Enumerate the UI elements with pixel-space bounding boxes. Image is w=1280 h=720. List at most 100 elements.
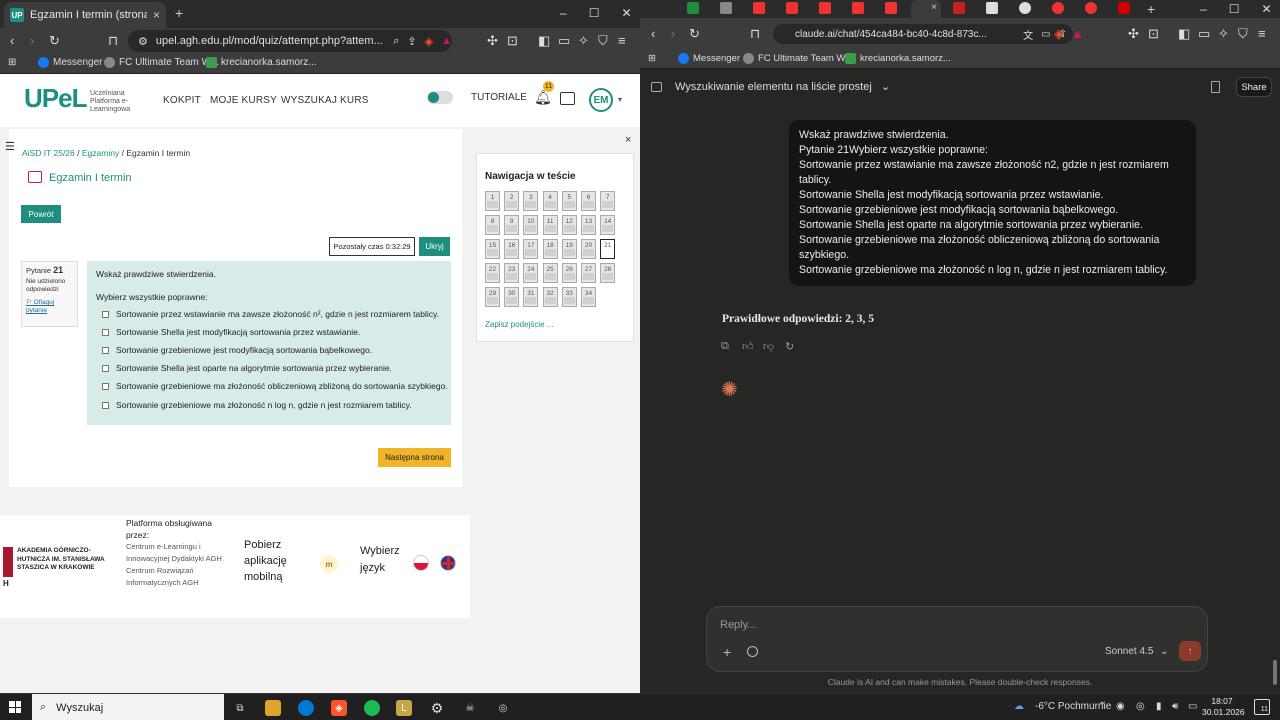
bookmark-icon[interactable]: ⊓ xyxy=(750,26,760,42)
new-tab-icon[interactable]: + xyxy=(175,5,183,21)
moodle-app-icon[interactable]: m xyxy=(320,555,338,573)
tab-search-icon[interactable]: ⊡ xyxy=(507,33,518,49)
close-drawer-icon[interactable]: × xyxy=(625,134,631,146)
close-window-icon[interactable]: ✕ xyxy=(1261,2,1271,16)
quiz-nav-item-25[interactable]: 25 xyxy=(542,263,558,283)
tab-claude[interactable]: × xyxy=(911,0,941,18)
task-view-icon[interactable]: ⧉ xyxy=(232,700,248,716)
forward-icon[interactable]: › xyxy=(671,26,675,41)
quiz-nav-item-4[interactable]: 4 xyxy=(542,191,558,211)
send-button[interactable]: ↑ xyxy=(1179,641,1201,661)
option-6[interactable]: Sortowanie grzebieniowe ma złożoność n l… xyxy=(102,400,412,410)
quiz-nav-item-23[interactable]: 23 xyxy=(504,263,520,283)
bookmark-fc-ultimate[interactable]: FC Ultimate Team W... xyxy=(104,57,219,68)
back-button[interactable]: Powrót xyxy=(21,205,61,223)
brave-shield-icon[interactable]: ◈ xyxy=(1054,26,1064,42)
checkbox[interactable] xyxy=(102,364,109,372)
nav-moje-kursy[interactable]: MOJE KURSY xyxy=(210,95,277,106)
app-icon[interactable]: ☠ xyxy=(462,700,478,716)
tab-search-icon[interactable]: ⊡ xyxy=(1148,26,1159,42)
leo-icon[interactable]: ✧ xyxy=(1218,26,1229,42)
tab-close-icon[interactable]: × xyxy=(931,2,937,13)
apps-grid-icon[interactable]: ⊞ xyxy=(648,53,656,64)
forward-icon[interactable]: › xyxy=(30,33,34,48)
thumbs-down-icon[interactable]: 👎︎ xyxy=(763,340,774,353)
flag-pl-icon[interactable] xyxy=(413,555,429,571)
back-icon[interactable]: ‹ xyxy=(651,26,655,41)
tab-icon[interactable] xyxy=(1085,2,1097,14)
quiz-nav-item-15[interactable]: 15 xyxy=(485,239,500,259)
quiz-nav-item-5[interactable]: 5 xyxy=(561,191,577,211)
address-bar[interactable]: ⚙ upel.agh.edu.pl/mod/quiz/attempt.php?a… xyxy=(128,30,452,52)
bookmark-fc-ultimate[interactable]: FC Ultimate Team W... xyxy=(743,53,853,64)
vpn-icon[interactable]: ⛉ xyxy=(598,33,608,49)
bookmark-krecianorka[interactable]: krecianorka.samorz... xyxy=(206,57,317,68)
bookmark-messenger[interactable]: Messenger xyxy=(678,53,740,64)
sidebar-icon[interactable]: ◧ xyxy=(538,33,550,49)
notification-center-icon[interactable]: 11 xyxy=(1254,699,1270,715)
reply-input[interactable]: Reply... xyxy=(720,619,756,631)
file-explorer-icon[interactable] xyxy=(265,700,281,716)
league-icon[interactable]: L xyxy=(396,700,412,716)
wallet-icon[interactable]: ▭ xyxy=(558,33,570,49)
quiz-nav-item-1[interactable]: 1 xyxy=(485,191,500,211)
quiz-nav-item-26[interactable]: 26 xyxy=(561,263,577,283)
quiz-nav-item-22[interactable]: 22 xyxy=(485,263,500,283)
leo-icon[interactable]: ✧ xyxy=(578,33,589,49)
spotify-icon[interactable] xyxy=(364,700,380,716)
breadcrumb-egzaminy[interactable]: Egzaminy xyxy=(82,148,119,158)
brave-rewards-icon[interactable]: ▲ xyxy=(441,35,452,47)
quiz-nav-item-20[interactable]: 20 xyxy=(581,239,596,259)
scrollbar[interactable] xyxy=(1273,660,1277,685)
messages-icon[interactable] xyxy=(560,92,575,105)
youtube-tab-icon[interactable] xyxy=(852,2,864,14)
usb-icon[interactable]: ▮ xyxy=(1156,701,1162,712)
option-1[interactable]: Sortowanie przez wstawianie ma zawsze zł… xyxy=(102,309,439,319)
quiz-nav-item-3[interactable]: 3 xyxy=(523,191,539,211)
quiz-nav-item-6[interactable]: 6 xyxy=(581,191,596,211)
youtube-tab-icon[interactable] xyxy=(786,2,798,14)
nav-kokpit[interactable]: KOKPIT xyxy=(163,95,201,106)
tray-app-icon[interactable]: ◉ xyxy=(1116,701,1125,712)
option-2[interactable]: Sortowanie Shella jest modyfikacją sorto… xyxy=(102,327,360,337)
zoom-icon[interactable]: ⌕ xyxy=(393,35,399,48)
checkbox[interactable] xyxy=(102,401,109,409)
maximize-icon[interactable]: ☐ xyxy=(589,6,600,20)
windows-start-icon[interactable] xyxy=(9,701,21,713)
site-settings-icon[interactable]: ⚙ xyxy=(138,35,148,48)
brave-shield-icon[interactable]: ◈ xyxy=(425,35,433,48)
tab-icon[interactable] xyxy=(720,2,732,14)
back-icon[interactable]: ‹ xyxy=(10,33,14,48)
footer-mobile-app[interactable]: Pobierz aplikację mobilną xyxy=(244,537,304,585)
footer-platform-2[interactable]: Centrum Rozwiązań Informatycznych AGH xyxy=(126,565,226,589)
quiz-nav-item-24[interactable]: 24 xyxy=(523,263,539,283)
checkbox[interactable] xyxy=(102,346,109,354)
quiz-nav-item-19[interactable]: 19 xyxy=(561,239,577,259)
clock[interactable]: 18:07 30.01.2026 xyxy=(1202,696,1245,718)
checkbox[interactable] xyxy=(102,328,109,336)
cast-icon[interactable]: ▭ xyxy=(1041,29,1050,40)
quiz-nav-item-11[interactable]: 11 xyxy=(542,215,558,235)
course-index-icon[interactable]: ☰ xyxy=(5,140,15,153)
youtube-tab-icon[interactable] xyxy=(885,2,897,14)
history-icon[interactable] xyxy=(747,646,758,657)
breadcrumb-course[interactable]: AiSD IT 25/26 xyxy=(22,148,75,158)
quiz-nav-item-33[interactable]: 33 xyxy=(561,287,577,307)
quiz-nav-item-30[interactable]: 30 xyxy=(504,287,520,307)
finish-attempt-link[interactable]: Zapisz podejście ... xyxy=(485,320,553,329)
thumbs-up-icon[interactable]: 👍︎ xyxy=(742,340,754,353)
quiz-nav-item-18[interactable]: 18 xyxy=(542,239,558,259)
sidebar-icon[interactable]: ◧ xyxy=(1178,26,1190,42)
github-tab-icon[interactable] xyxy=(1019,2,1031,14)
maximize-icon[interactable]: ☐ xyxy=(1229,2,1240,16)
taskbar-search[interactable]: ⌕ Wyszukaj xyxy=(32,694,224,720)
add-attachment-icon[interactable]: + xyxy=(723,644,731,660)
tab-icon[interactable] xyxy=(1052,2,1064,14)
bookmark-icon[interactable]: ⊓ xyxy=(108,33,118,49)
extensions-icon[interactable]: ✣ xyxy=(487,33,498,49)
network-icon[interactable]: ▭ xyxy=(1188,701,1197,712)
bookmark-krecianorka[interactable]: krecianorka.samorz... xyxy=(845,53,951,64)
quiz-nav-item-10[interactable]: 10 xyxy=(523,215,539,235)
nav-tutoriale[interactable]: TUTORIALE xyxy=(471,92,527,103)
quiz-nav-item-14[interactable]: 14 xyxy=(600,215,616,235)
